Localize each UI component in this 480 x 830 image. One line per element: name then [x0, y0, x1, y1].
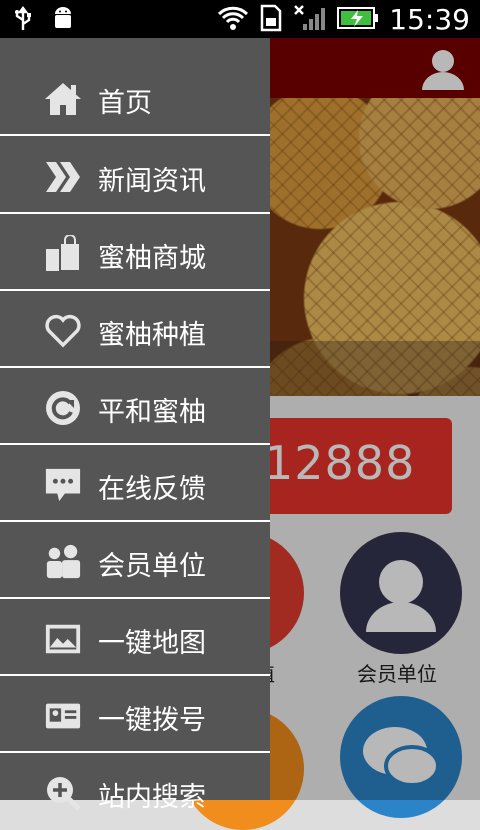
wifi-icon	[217, 5, 249, 35]
drawer-item-search[interactable]: 站内搜索	[0, 754, 270, 830]
drawer-item-planting[interactable]: 蜜柚种植	[0, 292, 270, 368]
drawer-item-feedback[interactable]: 在线反馈	[0, 446, 270, 522]
usb-icon	[12, 6, 34, 36]
refresh-icon	[44, 389, 82, 427]
heart-icon	[44, 312, 82, 350]
navigation-drawer: 首页 新闻资讯 蜜柚商城 蜜柚种植 平和蜜柚 在线反馈 会员单位 一键地图 一键…	[0, 38, 270, 813]
drawer-item-shop[interactable]: 蜜柚商城	[0, 215, 270, 291]
home-icon	[44, 80, 82, 118]
drawer-item-dial[interactable]: 一键拨号	[0, 677, 270, 753]
status-bar: 15:39	[0, 0, 480, 38]
drawer-item-home[interactable]: 首页	[0, 60, 270, 136]
status-time: 15:39	[389, 3, 470, 36]
drawer-item-news[interactable]: 新闻资讯	[0, 138, 270, 214]
battery-charging-icon	[337, 6, 379, 34]
double-chevron-icon	[44, 158, 82, 196]
sim-card-icon	[259, 4, 283, 36]
map-image-icon	[44, 620, 82, 658]
chat-icon	[44, 466, 82, 504]
android-debug-icon	[50, 6, 76, 36]
members-icon	[44, 543, 82, 581]
drawer-item-map[interactable]: 一键地图	[0, 600, 270, 676]
search-plus-icon	[44, 774, 82, 812]
drawer-item-members[interactable]: 会员单位	[0, 523, 270, 599]
shopping-bags-icon	[44, 235, 82, 273]
drawer-item-pinghe[interactable]: 平和蜜柚	[0, 369, 270, 445]
id-card-icon	[44, 697, 82, 735]
no-signal-icon	[293, 4, 327, 36]
